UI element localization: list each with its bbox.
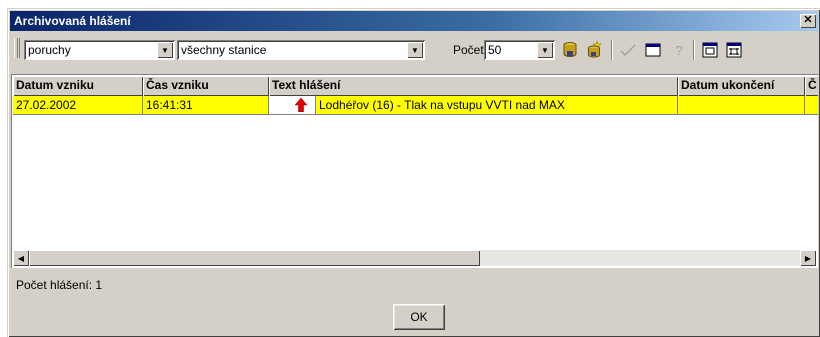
- horizontal-scrollbar[interactable]: ◀ ▶: [13, 250, 816, 266]
- scroll-left-icon[interactable]: ◀: [13, 250, 29, 266]
- scroll-thumb[interactable]: [29, 250, 480, 266]
- title-bar: Archivovaná hlášení ✕: [10, 11, 818, 31]
- fit-window-icon[interactable]: [700, 40, 720, 60]
- count-value: 50: [488, 43, 502, 57]
- scroll-right-icon[interactable]: ▶: [800, 250, 816, 266]
- count-label: Počet: [453, 43, 484, 57]
- filter-type-value: poruchy: [28, 43, 71, 57]
- ok-button[interactable]: OK: [393, 304, 445, 330]
- chevron-down-icon[interactable]: ▼: [537, 42, 553, 58]
- database-star-icon[interactable]: [585, 40, 605, 60]
- extra-cell: [805, 96, 818, 115]
- table-row[interactable]: 27.02.2002 16:41:31 Lodhéřov (16) - Tlak…: [13, 96, 818, 115]
- message-count: Počet hlášení: 1: [16, 278, 103, 292]
- chevron-down-icon[interactable]: ▼: [407, 42, 423, 58]
- close-icon[interactable]: ✕: [800, 14, 816, 28]
- database-icon[interactable]: [560, 40, 580, 60]
- count-select[interactable]: 50 ▼: [484, 40, 555, 60]
- toolbar-separator: [611, 40, 613, 60]
- text-cell: Lodhéřov (16) - Tlak na vstupu VVTI nad …: [316, 96, 678, 115]
- maximize-window-icon[interactable]: [724, 40, 744, 60]
- column-header[interactable]: Text hlášení: [269, 76, 678, 96]
- date-cell: 27.02.2002: [13, 96, 143, 115]
- toolbar-separator: [693, 40, 695, 60]
- table-header: Datum vzniku Čas vzniku Text hlášení Dat…: [13, 76, 818, 96]
- alarm-up-icon: [295, 98, 307, 112]
- archive-window: Archivovaná hlášení ✕ poruchy ▼ všechny …: [7, 8, 820, 337]
- station-select[interactable]: všechny stanice ▼: [177, 40, 425, 60]
- filter-type-select[interactable]: poruchy ▼: [24, 40, 175, 60]
- station-value: všechny stanice: [181, 43, 267, 57]
- column-header[interactable]: Datum ukončení: [678, 76, 805, 96]
- alarm-cell: [269, 96, 316, 115]
- window-icon[interactable]: [643, 40, 663, 60]
- window-title: Archivovaná hlášení: [14, 14, 131, 28]
- column-header[interactable]: Datum vzniku: [13, 76, 143, 96]
- column-header[interactable]: Č: [805, 76, 818, 96]
- help-icon[interactable]: ?: [669, 40, 689, 60]
- chevron-down-icon[interactable]: ▼: [157, 42, 173, 58]
- checkmark-icon[interactable]: [618, 40, 638, 60]
- toolbar: poruchy ▼ všechny stanice ▼ Počet 50 ▼ ?: [10, 34, 818, 62]
- messages-table: Datum vzniku Čas vzniku Text hlášení Dat…: [11, 74, 818, 268]
- column-header[interactable]: Čas vzniku: [143, 76, 269, 96]
- toolbar-grip[interactable]: [14, 38, 20, 58]
- end-date-cell: [678, 96, 805, 115]
- time-cell: 16:41:31: [143, 96, 269, 115]
